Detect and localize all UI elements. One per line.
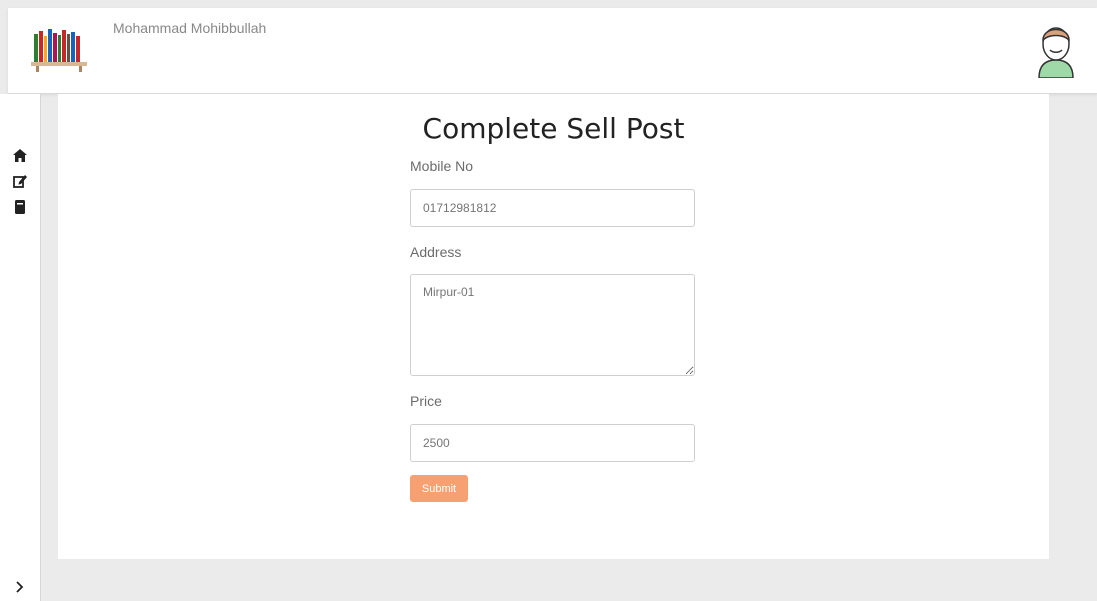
page-title: Complete Sell Post (422, 112, 685, 145)
bookshelf-icon[interactable] (30, 26, 88, 76)
price-input[interactable] (410, 424, 695, 462)
sidebar-item-edit[interactable] (11, 172, 29, 190)
top-navbar: Mohammad Mohibbullah (8, 8, 1097, 94)
home-icon (13, 148, 27, 162)
sidebar-item-book[interactable] (11, 198, 29, 216)
submit-button[interactable]: Submit (410, 475, 468, 502)
sidebar (0, 94, 41, 601)
mobile-label: Mobile No (410, 158, 474, 174)
edit-icon (13, 175, 27, 188)
mobile-input[interactable] (410, 189, 695, 227)
user-name: Mohammad Mohibbullah (113, 20, 267, 36)
sidebar-item-home[interactable] (11, 146, 29, 164)
chevron-right-icon (16, 580, 24, 593)
user-avatar-icon[interactable] (1033, 20, 1079, 78)
price-label: Price (410, 393, 442, 409)
address-textarea[interactable] (410, 274, 695, 376)
main-content: Complete Sell Post Mobile No Address Pri… (58, 94, 1049, 559)
sidebar-toggle-button[interactable] (0, 572, 40, 601)
book-icon (15, 200, 25, 214)
address-label: Address (410, 244, 462, 260)
